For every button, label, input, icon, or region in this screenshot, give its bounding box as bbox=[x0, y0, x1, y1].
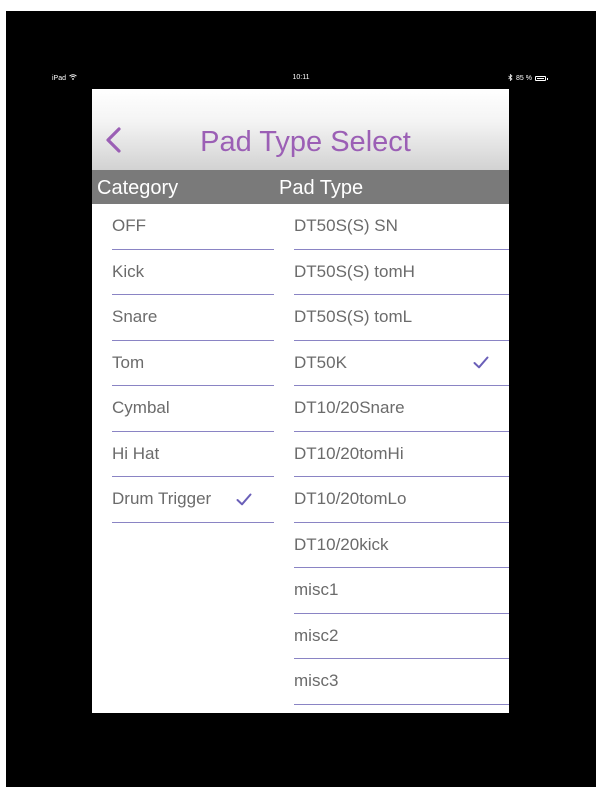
pad-type-item[interactable]: DT50K bbox=[294, 341, 509, 386]
category-item-label: Cymbal bbox=[112, 398, 170, 418]
category-item[interactable]: Hi Hat bbox=[112, 432, 274, 477]
pad-type-item[interactable]: DT10/20tomHi bbox=[294, 432, 509, 477]
pad-type-item-label: DT50S(S) SN bbox=[294, 216, 398, 236]
pad-type-item[interactable]: DT50S(S) tomH bbox=[294, 250, 509, 295]
pad-type-item-label: DT10/20Snare bbox=[294, 398, 405, 418]
pad-type-item[interactable]: misc2 bbox=[294, 614, 509, 659]
category-item[interactable]: Tom bbox=[112, 341, 274, 386]
pad-type-list: DT50S(S) SN DT50S(S) tomH DT50S(S) tomL DT5… bbox=[294, 204, 509, 705]
pad-type-item-label: DT10/20tomLo bbox=[294, 489, 407, 509]
pad-type-item-label: DT10/20tomHi bbox=[294, 443, 404, 463]
category-item[interactable]: Cymbal bbox=[112, 386, 274, 432]
category-item-label: Snare bbox=[112, 307, 158, 327]
pad-type-column-header: Pad Type bbox=[279, 177, 364, 199]
app-screen: Pad Type Select Category Pad Type OFF Kic… bbox=[92, 89, 509, 713]
category-list: OFF Kick Snare Tom Cymbal Hi Hat Drum Trigger bbox=[112, 204, 274, 523]
device-frame: iPad 10:11 85 % Pad Type Select Category… bbox=[6, 11, 596, 787]
pad-type-item[interactable]: DT10/20tomLo bbox=[294, 477, 509, 523]
pad-type-item-label: misc1 bbox=[294, 580, 339, 600]
bluetooth-icon bbox=[508, 73, 513, 83]
pad-type-item-label: DT50K bbox=[294, 352, 347, 372]
pad-type-item[interactable]: DT50S(S) tomL bbox=[294, 295, 509, 341]
category-column-header: Category bbox=[97, 177, 179, 199]
category-item[interactable]: Snare bbox=[112, 295, 274, 341]
category-item[interactable]: OFF bbox=[112, 204, 274, 250]
battery-icon bbox=[535, 76, 548, 81]
category-item-label: Kick bbox=[112, 261, 145, 281]
category-item-label: Tom bbox=[112, 352, 145, 372]
category-item-label: Drum Trigger bbox=[112, 489, 212, 509]
battery-percent: 85 % bbox=[516, 75, 532, 82]
nav-bar: Pad Type Select bbox=[92, 89, 509, 170]
category-item[interactable]: Drum Trigger bbox=[112, 477, 274, 523]
column-header-row: Category Pad Type bbox=[92, 170, 509, 204]
pad-type-item-label: misc2 bbox=[294, 625, 339, 645]
pad-type-item-label: misc3 bbox=[294, 671, 339, 691]
status-bar: iPad 10:11 85 % bbox=[6, 71, 596, 89]
pad-type-item-label: DT10/20kick bbox=[294, 534, 389, 554]
checkmark-icon bbox=[234, 489, 254, 509]
pad-type-item[interactable]: misc3 bbox=[294, 659, 509, 705]
pad-type-item[interactable]: DT10/20kick bbox=[294, 523, 509, 568]
pad-type-item-label: DT50S(S) tomH bbox=[294, 261, 415, 281]
pad-type-item[interactable]: DT10/20Snare bbox=[294, 386, 509, 432]
checkmark-icon bbox=[471, 353, 491, 373]
pad-type-item[interactable]: misc1 bbox=[294, 568, 509, 614]
pad-type-item-label: DT50S(S) tomL bbox=[294, 307, 413, 327]
category-item-label: OFF bbox=[112, 216, 146, 236]
status-right: 85 % bbox=[508, 73, 548, 83]
pad-type-item[interactable]: DT50S(S) SN bbox=[294, 204, 509, 250]
page-title: Pad Type Select bbox=[200, 126, 411, 158]
category-item[interactable]: Kick bbox=[112, 250, 274, 295]
category-item-label: Hi Hat bbox=[112, 443, 160, 463]
